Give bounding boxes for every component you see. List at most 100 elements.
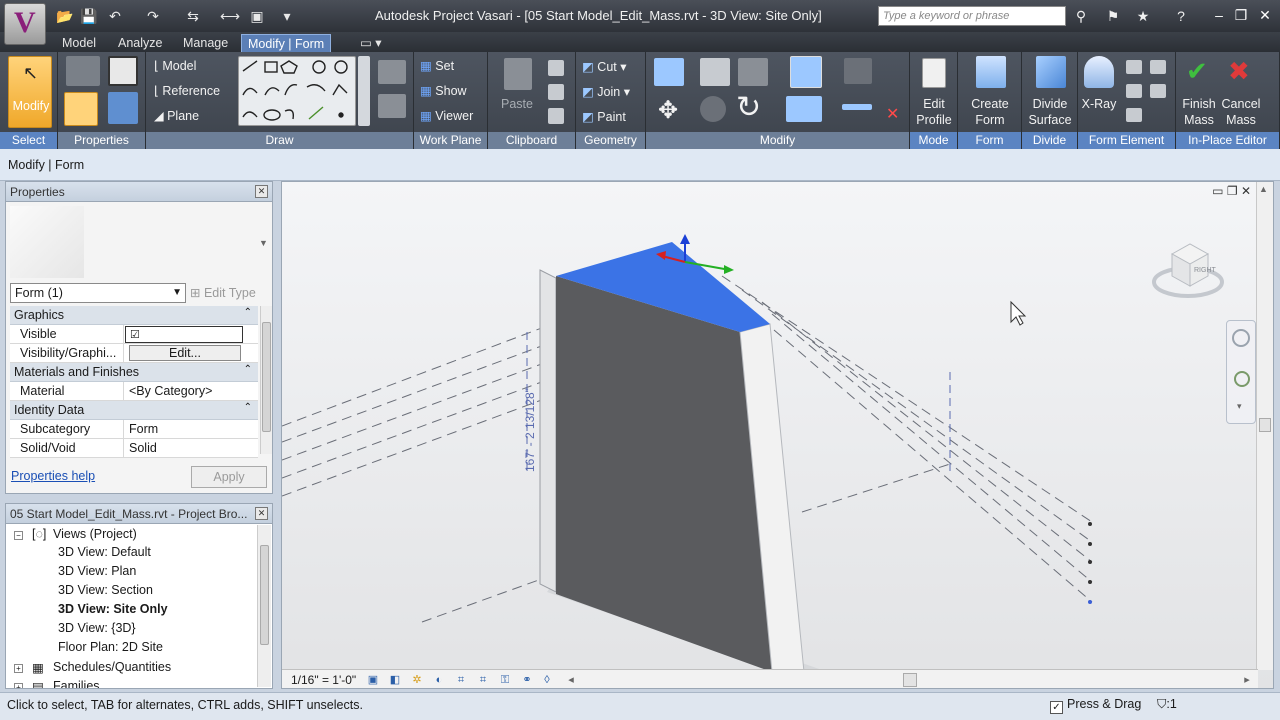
measure-icon[interactable]: ⟷ (220, 7, 240, 25)
save-icon[interactable]: 💾 (80, 7, 98, 25)
solid-void-value[interactable]: Solid (124, 439, 258, 457)
minimize-button[interactable]: – (1208, 4, 1230, 26)
tab-analyze[interactable]: Analyze (112, 34, 168, 52)
tree-item-view-active[interactable]: 3D View: Site Only (58, 602, 168, 621)
group-materials[interactable]: Materials and Finishes ⌃ (10, 363, 258, 382)
checkbox-icon[interactable]: ✓ (1050, 701, 1063, 714)
offset-icon[interactable] (700, 58, 730, 86)
cut-geometry-button[interactable]: ◩ Cut ▾ (582, 59, 627, 74)
visibility-edit-button[interactable]: Edit... (129, 345, 241, 361)
favorites-icon[interactable]: ★ (1134, 7, 1152, 25)
tree-item-view[interactable]: 3D View: Default (58, 545, 151, 564)
edit-profile-button[interactable]: Edit Profile (910, 96, 958, 128)
create-form-button[interactable]: Create Form (964, 96, 1016, 128)
analysis-display-icon[interactable]: ◊ (540, 673, 554, 687)
tree-item-view[interactable]: 3D View: Section (58, 583, 153, 602)
set-work-plane-button[interactable]: ▦ Set (420, 58, 454, 73)
paste-icon[interactable] (504, 58, 532, 90)
material-value[interactable]: <By Category> (124, 382, 258, 400)
hide-isolate-icon[interactable]: ⚭ (520, 673, 534, 687)
expand-icon[interactable]: + (14, 683, 23, 688)
type-properties-icon[interactable] (108, 56, 138, 86)
communication-icon[interactable]: ⚑ (1104, 7, 1122, 25)
properties-help-link[interactable]: Properties help (11, 469, 95, 483)
split-icon[interactable] (842, 104, 872, 110)
apply-button[interactable]: Apply (191, 466, 267, 488)
draw-gallery-scroll[interactable] (358, 56, 370, 126)
edit-profile-icon[interactable] (922, 58, 946, 88)
paint-button[interactable]: ◩ Paint (582, 109, 626, 124)
expand-icon[interactable]: + (14, 664, 23, 673)
binoculars-icon[interactable]: ⚲ (1072, 7, 1090, 25)
group-graphics[interactable]: Graphics ⌃ (10, 306, 258, 325)
reference-line-button[interactable]: ⌊ Reference (154, 83, 220, 98)
search-input[interactable]: Type a keyword or phrase (878, 6, 1066, 26)
tab-manage[interactable]: Manage (177, 34, 234, 52)
add-profile-icon[interactable] (1150, 60, 1166, 74)
cut-clipboard-icon[interactable] (548, 60, 564, 76)
show-work-plane-button[interactable]: ▦ Show (420, 83, 467, 98)
scale-icon[interactable] (790, 56, 822, 88)
sync-icon[interactable]: ⇆ (184, 7, 202, 25)
horizontal-scroll-thumb[interactable] (903, 673, 917, 687)
divide-surface-button[interactable]: Divide Surface (1024, 96, 1076, 128)
tab-model[interactable]: Model (56, 34, 102, 52)
properties-scrollbar[interactable] (260, 306, 272, 454)
close-icon[interactable]: ✕ (255, 507, 268, 520)
help-icon[interactable]: ? (1172, 7, 1190, 25)
lock-view-icon[interactable]: ⚿ (498, 673, 512, 687)
xray-icon[interactable] (1084, 56, 1114, 88)
copy-element-icon[interactable] (700, 96, 726, 122)
trim-icon[interactable] (786, 96, 822, 122)
close-view-icon[interactable]: ✕ (1241, 184, 1251, 198)
show-crop-icon[interactable]: ⌗ (476, 673, 490, 687)
view-scale[interactable]: 1/16" = 1'-0" (291, 673, 356, 687)
selection-filter[interactable]: ⛉:1 (1157, 697, 1177, 712)
scroll-thumb[interactable] (1259, 418, 1271, 432)
modify-button[interactable]: ↖ Modify (8, 56, 52, 128)
type-selector-arrow-icon[interactable]: ▼ (259, 238, 268, 248)
switch-windows-icon[interactable]: ▣ (248, 7, 266, 25)
tree-item-view[interactable]: 3D View: {3D} (58, 621, 136, 640)
move-icon[interactable]: ✥ (658, 96, 678, 125)
pick-lines-icon[interactable] (378, 60, 406, 84)
tab-modify-form[interactable]: Modify | Form (241, 34, 332, 52)
array-icon[interactable] (844, 58, 872, 84)
add-edge-icon[interactable] (1126, 60, 1142, 74)
group-identity[interactable]: Identity Data ⌃ (10, 401, 258, 420)
undo-icon[interactable]: ↶ (106, 7, 124, 25)
vertical-scrollbar[interactable]: ▲ (1256, 182, 1273, 670)
zoom-dropdown-icon[interactable]: ▾ (1237, 401, 1242, 412)
dissolve-icon[interactable] (1126, 84, 1142, 98)
draw-tools-gallery[interactable] (238, 56, 356, 126)
family-category-icon[interactable] (108, 92, 138, 124)
zoom-icon[interactable] (1234, 371, 1250, 387)
xray-button[interactable]: X-Ray (1074, 96, 1124, 112)
visual-style-icon[interactable]: ◧ (388, 673, 402, 687)
unlock-profile-icon[interactable] (1126, 108, 1142, 122)
restore-button[interactable]: ❐ (1230, 4, 1252, 26)
collapse-icon[interactable]: − (14, 531, 23, 540)
steering-wheel-icon[interactable] (1232, 329, 1250, 347)
model-canvas[interactable]: 167' - 2 13/128" (282, 182, 1274, 672)
pick-faces-icon[interactable] (378, 94, 406, 118)
join-geometry-button[interactable]: ◩ Join ▾ (582, 84, 630, 99)
properties-palette-button[interactable] (64, 92, 98, 126)
mirror-icon[interactable] (738, 58, 768, 86)
delete-icon[interactable]: ✕ (886, 104, 899, 124)
viewcube[interactable]: RIGHT (1150, 238, 1226, 304)
create-form-icon[interactable] (976, 56, 1006, 88)
crop-view-icon[interactable]: ⌗ (454, 673, 468, 687)
cancel-mass-button[interactable]: Cancel Mass (1216, 96, 1266, 128)
close-button[interactable]: ✕ (1254, 4, 1276, 26)
lock-profiles-icon[interactable] (1150, 84, 1166, 98)
match-properties-icon[interactable] (548, 108, 564, 124)
detail-level-icon[interactable]: ▣ (366, 673, 380, 687)
scroll-thumb[interactable] (262, 322, 271, 432)
height-dimension[interactable]: 167' - 2 13/128" (523, 388, 537, 472)
application-menu-button[interactable]: V (4, 3, 46, 45)
instance-selector[interactable]: Form (1) ▼ (10, 283, 186, 303)
align-icon[interactable] (654, 58, 684, 86)
press-drag-toggle[interactable]: ✓ Press & Drag (1050, 697, 1141, 714)
scroll-left-icon[interactable]: ◂ (564, 673, 578, 687)
